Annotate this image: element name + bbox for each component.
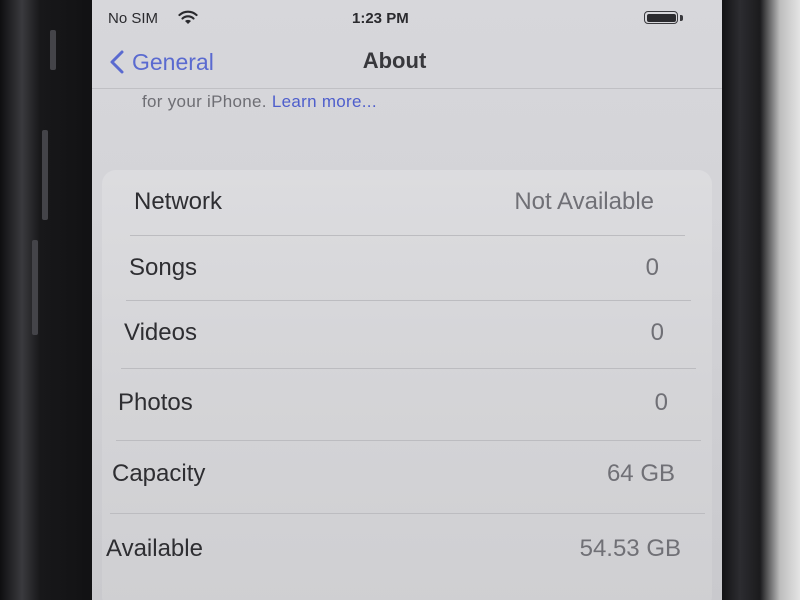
side-button <box>50 30 56 70</box>
phone-bezel-right <box>720 0 800 600</box>
row-value: 64 GB <box>606 460 675 487</box>
row-value: 0 <box>650 319 664 346</box>
row-value: 54.53 GB <box>579 535 681 562</box>
row-label: Songs <box>129 254 198 281</box>
row-value: 0 <box>645 254 659 281</box>
wifi-icon <box>178 10 198 24</box>
row-label: Capacity <box>112 460 206 487</box>
row-label: Photos <box>118 389 193 416</box>
list-item-songs: Songs 0 <box>129 236 659 302</box>
photo-stage: No SIM 1:23 PM General About for your iP… <box>0 0 800 600</box>
list-item-videos: Videos 0 <box>124 301 664 367</box>
list-item-capacity: Capacity 64 GB <box>112 442 675 508</box>
about-info-group: Network Not Available Songs 0 Videos 0 P… <box>102 170 712 600</box>
row-divider <box>110 513 705 514</box>
footnote-text: for your iPhone. <box>142 92 267 111</box>
side-button <box>32 240 38 335</box>
list-item-network: Network Not Available <box>134 170 654 236</box>
phone-screen: No SIM 1:23 PM General About for your iP… <box>92 0 722 600</box>
side-button <box>42 130 48 220</box>
battery-cap <box>680 15 683 21</box>
learn-more-link[interactable]: Learn more... <box>272 92 377 111</box>
footnote: for your iPhone. Learn more... <box>142 92 377 112</box>
row-value: Not Available <box>514 188 654 215</box>
row-label: Available <box>106 535 203 562</box>
list-item-available: Available 54.53 GB <box>106 517 681 583</box>
row-value: 0 <box>654 389 668 416</box>
row-label: Network <box>134 188 223 215</box>
status-bar: No SIM 1:23 PM <box>92 0 722 36</box>
page-title: About <box>362 48 427 73</box>
battery-level <box>646 13 676 22</box>
navigation-bar: General About <box>92 36 722 89</box>
status-time: 1:23 PM <box>352 10 409 27</box>
list-item-photos: Photos 0 <box>118 371 668 437</box>
row-label: Videos <box>124 319 197 346</box>
row-divider <box>116 440 701 441</box>
carrier-label: No SIM <box>108 10 159 27</box>
phone-bezel-left <box>0 0 95 600</box>
row-divider <box>121 368 696 369</box>
battery-icon <box>644 11 678 24</box>
